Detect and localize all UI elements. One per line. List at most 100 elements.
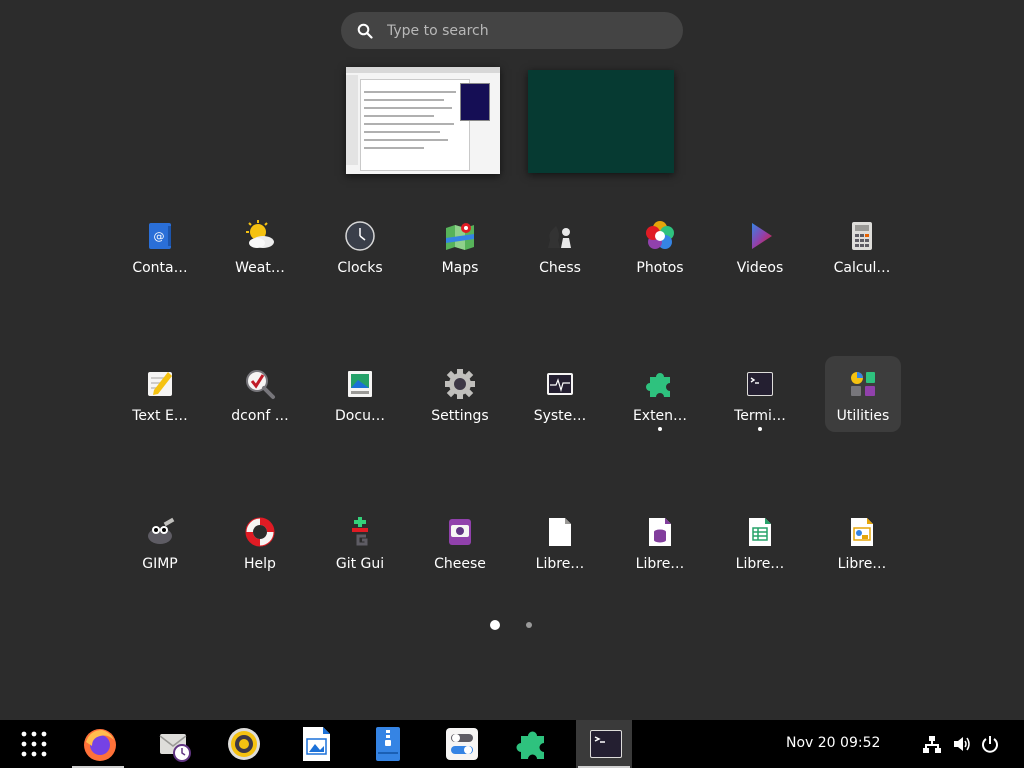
weather-icon bbox=[246, 220, 274, 248]
app-label: Text E… bbox=[132, 408, 188, 424]
app-label: Maps bbox=[441, 260, 479, 276]
app-settings[interactable]: Settings bbox=[422, 356, 498, 432]
help-lifebuoy-icon bbox=[245, 517, 275, 547]
activities-overview: @ Conta… Weat… Clocks Maps bbox=[0, 0, 1024, 768]
cheese-icon bbox=[449, 519, 471, 545]
power-icon[interactable] bbox=[980, 734, 1000, 754]
app-label: Libre… bbox=[635, 556, 685, 572]
volume-icon[interactable] bbox=[952, 734, 972, 754]
utilities-folder-icon bbox=[851, 372, 875, 396]
settings-gear-icon bbox=[445, 369, 475, 399]
search-bar[interactable] bbox=[341, 12, 683, 49]
clocks-icon bbox=[345, 221, 375, 251]
terminal-icon bbox=[747, 372, 773, 396]
clock[interactable]: Nov 20 09:52 bbox=[786, 735, 880, 751]
running-indicator bbox=[658, 427, 662, 431]
app-libreoffice-impress[interactable]: Libre… bbox=[824, 504, 900, 580]
videos-icon bbox=[752, 223, 772, 249]
libreoffice-icon bbox=[549, 518, 571, 546]
app-label: Termi… bbox=[734, 408, 786, 424]
dash-libreoffice-writer[interactable] bbox=[286, 720, 342, 768]
app-extensions[interactable]: Exten… bbox=[622, 356, 698, 432]
app-chess[interactable]: Chess bbox=[522, 208, 598, 284]
contacts-icon: @ bbox=[149, 223, 171, 249]
app-libreoffice[interactable]: Libre… bbox=[522, 504, 598, 580]
system-monitor-icon bbox=[547, 373, 573, 395]
app-terminal[interactable]: Termi… bbox=[722, 356, 798, 432]
app-system-monitor[interactable]: Syste… bbox=[522, 356, 598, 432]
app-label: Conta… bbox=[132, 260, 188, 276]
app-label: GIMP bbox=[142, 556, 178, 572]
extensions-icon bbox=[516, 731, 544, 759]
app-label: Docu… bbox=[335, 408, 385, 424]
tweaks-icon bbox=[446, 728, 478, 760]
gimp-icon bbox=[148, 517, 175, 544]
svg-text:@: @ bbox=[154, 230, 165, 243]
file-roller-icon bbox=[376, 727, 400, 761]
app-maps[interactable]: Maps bbox=[422, 208, 498, 284]
app-libreoffice-base[interactable]: Libre… bbox=[622, 504, 698, 580]
git-gui-icon bbox=[352, 517, 368, 546]
app-gimp[interactable]: GIMP bbox=[122, 504, 198, 580]
calculator-icon bbox=[852, 222, 872, 250]
app-label: Syste… bbox=[533, 408, 587, 424]
app-folder-utilities[interactable]: Utilities bbox=[825, 356, 901, 432]
app-text-editor[interactable]: Text E… bbox=[122, 356, 198, 432]
evolution-mail-icon bbox=[159, 734, 191, 762]
photos-icon bbox=[646, 221, 674, 249]
dash-firefox[interactable] bbox=[70, 720, 126, 768]
network-icon[interactable] bbox=[922, 734, 942, 754]
chess-icon bbox=[548, 226, 571, 248]
search-input[interactable] bbox=[385, 21, 659, 40]
libreoffice-impress-icon bbox=[851, 518, 873, 546]
workspace-thumbnail-2[interactable] bbox=[528, 70, 674, 173]
dash-extensions[interactable] bbox=[504, 720, 560, 768]
app-git-gui[interactable]: Git Gui bbox=[322, 504, 398, 580]
maps-icon bbox=[446, 223, 474, 250]
libreoffice-base-icon bbox=[649, 518, 671, 546]
app-cheese[interactable]: Cheese bbox=[422, 504, 498, 580]
dash-taskbar: Nov 20 09:52 bbox=[0, 720, 1024, 768]
app-label: Chess bbox=[539, 260, 581, 276]
app-contacts[interactable]: @ Conta… bbox=[122, 208, 198, 284]
dash-evolution[interactable] bbox=[144, 720, 200, 768]
app-label: Clocks bbox=[337, 260, 383, 276]
app-label: Weat… bbox=[235, 260, 285, 276]
app-label: Libre… bbox=[735, 556, 785, 572]
app-calculator[interactable]: Calcul… bbox=[824, 208, 900, 284]
dash-tweaks[interactable] bbox=[432, 720, 488, 768]
app-label: Libre… bbox=[837, 556, 887, 572]
document-viewer-icon bbox=[348, 371, 372, 397]
libreoffice-writer-icon bbox=[303, 727, 330, 761]
app-weather[interactable]: Weat… bbox=[222, 208, 298, 284]
app-label: Utilities bbox=[836, 408, 890, 424]
page-indicator-1[interactable] bbox=[490, 620, 500, 630]
terminal-icon bbox=[590, 730, 622, 758]
page-indicator-2[interactable] bbox=[526, 622, 532, 628]
dash-file-roller[interactable] bbox=[358, 720, 414, 768]
app-videos[interactable]: Videos bbox=[722, 208, 798, 284]
app-dconf-editor[interactable]: dconf … bbox=[222, 356, 298, 432]
running-indicator bbox=[758, 427, 762, 431]
app-photos[interactable]: Photos bbox=[622, 208, 698, 284]
app-document-viewer[interactable]: Docu… bbox=[322, 356, 398, 432]
workspace-thumbnail-1[interactable] bbox=[346, 67, 500, 174]
app-label: Cheese bbox=[434, 556, 486, 572]
text-editor-icon bbox=[148, 372, 172, 396]
dconf-editor-icon bbox=[246, 370, 275, 399]
app-label: Help bbox=[244, 556, 276, 572]
app-libreoffice-calc[interactable]: Libre… bbox=[722, 504, 798, 580]
search-icon bbox=[357, 23, 373, 39]
app-grid-icon bbox=[21, 731, 47, 757]
app-label: Videos bbox=[736, 260, 784, 276]
app-clocks[interactable]: Clocks bbox=[322, 208, 398, 284]
dash-terminal[interactable] bbox=[576, 720, 632, 768]
extensions-puzzle-icon bbox=[646, 373, 670, 397]
show-apps-button[interactable] bbox=[4, 720, 60, 768]
dash-rhythmbox[interactable] bbox=[214, 720, 270, 768]
app-help[interactable]: Help bbox=[222, 504, 298, 580]
app-label: Git Gui bbox=[335, 556, 385, 572]
firefox-icon bbox=[84, 729, 116, 761]
app-label: Settings bbox=[431, 408, 489, 424]
rhythmbox-icon bbox=[228, 728, 260, 760]
